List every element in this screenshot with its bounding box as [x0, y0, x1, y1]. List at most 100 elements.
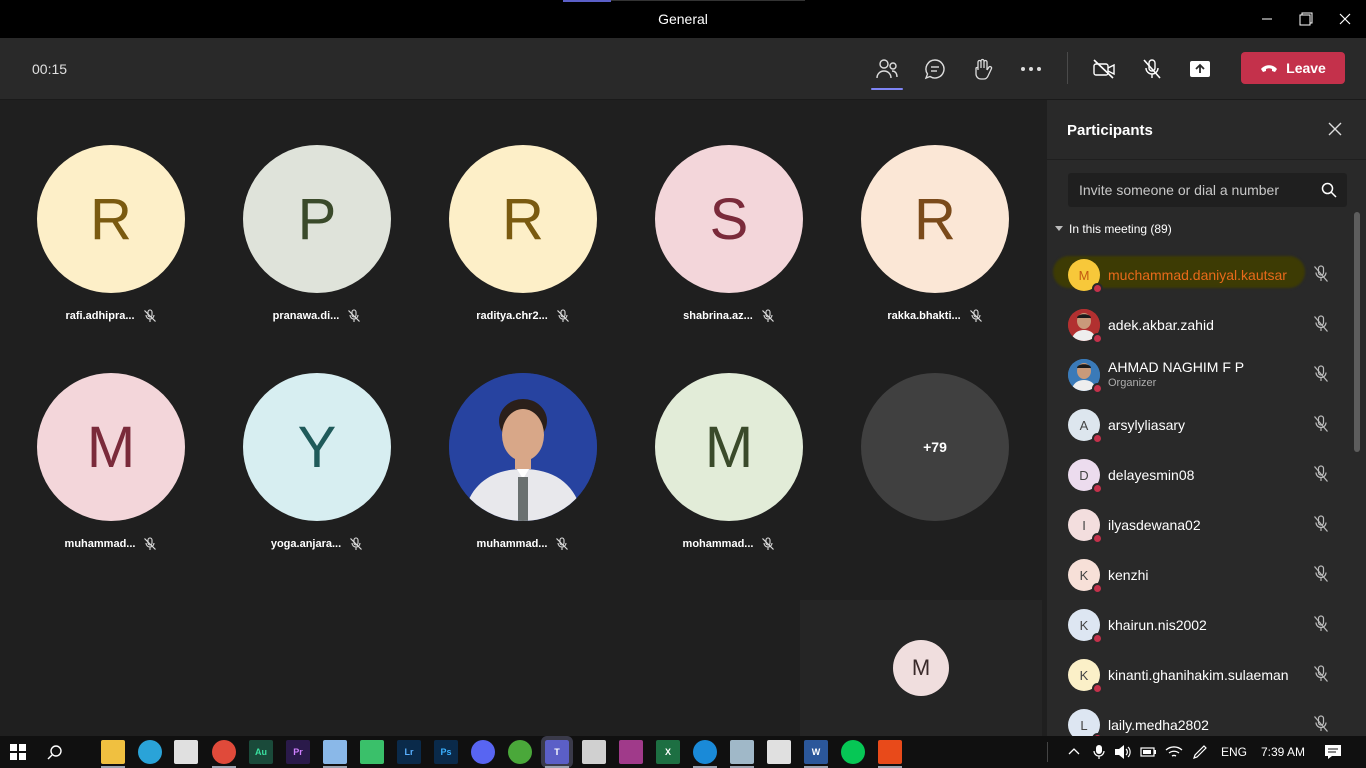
volume-icon[interactable] [1114, 744, 1132, 763]
participant-row[interactable]: Kkenzhi [1047, 550, 1353, 600]
participant-tile[interactable]: Rrakka.bhakti... [832, 145, 1038, 323]
mic-muted-icon[interactable] [1313, 465, 1329, 483]
notepad-icon[interactable] [323, 740, 347, 768]
title-accent [563, 0, 611, 2]
window-title: General [658, 11, 708, 27]
participant-tile[interactable]: Rraditya.chr2... [420, 145, 626, 323]
panel-close-button[interactable] [1328, 122, 1342, 141]
participant-avatar: K [1068, 659, 1103, 694]
line-icon[interactable] [841, 740, 865, 764]
participant-tile[interactable]: Mmohammad... [626, 373, 832, 551]
word-icon[interactable]: W [804, 740, 828, 768]
mic-muted-icon[interactable] [1313, 565, 1329, 583]
clock[interactable]: 7:39 AM [1261, 745, 1305, 759]
mic-toggle-button[interactable] [1134, 53, 1170, 85]
presence-dot [1092, 533, 1103, 544]
participant-row[interactable]: AHMAD NAGHIM F P Organizer [1047, 350, 1353, 400]
search-taskbar-button[interactable] [43, 740, 67, 764]
participant-name: pranawa.di... [272, 310, 340, 322]
participant-row[interactable]: adek.akbar.zahid [1047, 300, 1353, 350]
participant-tile[interactable]: Ppranawa.di... [214, 145, 420, 323]
mic-muted-icon[interactable] [1313, 715, 1329, 733]
discord-icon[interactable] [471, 740, 495, 764]
participant-row[interactable]: Aarsylyliasary [1047, 400, 1353, 450]
participant-avatar: K [1068, 559, 1103, 594]
share-screen-button[interactable] [1182, 53, 1218, 85]
excel-icon[interactable]: X [656, 740, 680, 764]
mic-muted-icon[interactable] [1313, 265, 1329, 283]
participant-tile[interactable]: muhammad... [420, 373, 626, 551]
battery-icon[interactable] [1140, 744, 1158, 763]
participant-row[interactable]: Kkinanti.ghanihakim.sulaeman [1047, 650, 1353, 700]
participant-row[interactable]: Mmuchammad.daniyal.kautsar [1047, 250, 1353, 300]
tray-mic-icon[interactable] [1093, 744, 1105, 763]
close-icon [1328, 122, 1342, 136]
mic-muted-icon [348, 309, 361, 322]
mic-muted-icon[interactable] [1313, 665, 1329, 683]
participant-name: yoga.anjara... [270, 538, 342, 550]
call-timer: 00:15 [32, 61, 68, 77]
photos-icon[interactable] [730, 740, 754, 768]
more-actions-button[interactable] [1013, 53, 1049, 85]
avatar-initial: I [1082, 517, 1086, 533]
participant-tile[interactable]: Sshabrina.az... [626, 145, 832, 323]
panel-scrollbar[interactable] [1354, 212, 1360, 452]
participant-name: mohammad... [682, 538, 754, 550]
overflow-tile[interactable]: +79 [832, 373, 1038, 521]
tile-label: rafi.adhipra... [8, 309, 214, 323]
utorrent-icon[interactable] [508, 740, 532, 764]
lightroom-icon[interactable]: Lr [397, 740, 421, 764]
invite-placeholder: Invite someone or dial a number [1079, 182, 1279, 198]
chat-icon [924, 59, 945, 80]
winrar-icon[interactable] [619, 740, 643, 764]
mic-muted-icon [144, 537, 157, 550]
wifi-icon[interactable] [1165, 744, 1183, 763]
search-icon [1321, 182, 1337, 198]
store-icon[interactable] [174, 740, 198, 764]
participant-name: muhammad... [476, 538, 548, 550]
participant-row[interactable]: Kkhairun.nis2002 [1047, 600, 1353, 650]
chat-button[interactable] [917, 53, 953, 85]
language-indicator[interactable]: ENG [1221, 745, 1247, 759]
ie-icon[interactable] [693, 740, 717, 768]
teams-icon[interactable]: T [541, 736, 573, 768]
group-label: In this meeting (89) [1069, 222, 1172, 236]
chrome-icon[interactable] [212, 740, 236, 768]
leave-button[interactable]: Leave [1241, 52, 1345, 84]
participant-tile[interactable]: Yyoga.anjara... [214, 373, 420, 551]
participant-tile[interactable]: Rrafi.adhipra... [8, 145, 214, 323]
vpn-icon[interactable] [767, 740, 791, 764]
camera-toggle-button[interactable] [1086, 53, 1122, 85]
participants-button[interactable] [869, 53, 905, 90]
audition-icon[interactable]: Au [249, 740, 273, 764]
mic-muted-icon[interactable] [1313, 615, 1329, 633]
tray-chevron-icon[interactable] [1068, 744, 1080, 758]
mic-muted-icon[interactable] [1313, 515, 1329, 533]
pen-icon[interactable] [1192, 744, 1208, 763]
media-icon[interactable] [360, 740, 384, 764]
start-button[interactable] [6, 740, 30, 764]
invite-input[interactable]: Invite someone or dial a number [1068, 173, 1347, 207]
mic-muted-icon[interactable] [1313, 415, 1329, 433]
avatar-initial: K [1079, 667, 1089, 683]
office-icon[interactable] [878, 740, 902, 768]
app-icon[interactable] [582, 740, 606, 764]
mic-muted-icon[interactable] [1313, 315, 1329, 333]
participant-row[interactable]: Iilyasdewana02 [1047, 500, 1353, 550]
group-header-in-meeting[interactable]: In this meeting (89) [1055, 222, 1172, 236]
self-view[interactable]: M [800, 600, 1042, 736]
mic-muted-icon[interactable] [1313, 365, 1329, 383]
participant-name: muhammad... [64, 538, 136, 550]
audition-glyph: Au [255, 747, 267, 757]
edge-icon[interactable] [138, 740, 162, 764]
premiere-icon[interactable]: Pr [286, 740, 310, 764]
notifications-icon[interactable] [1324, 744, 1342, 763]
participant-tile[interactable]: Mmuhammad... [8, 373, 214, 551]
explorer-icon[interactable] [101, 740, 125, 768]
participant-row[interactable]: Ddelayesmin08 [1047, 450, 1353, 500]
raise-hand-button[interactable] [965, 53, 1001, 85]
photoshop-icon[interactable]: Ps [434, 740, 458, 764]
close-window-button[interactable] [1322, 0, 1366, 38]
participant-list: Mmuchammad.daniyal.kautsar adek.akbar.zah… [1047, 250, 1353, 750]
teams-glyph: T [554, 747, 560, 757]
